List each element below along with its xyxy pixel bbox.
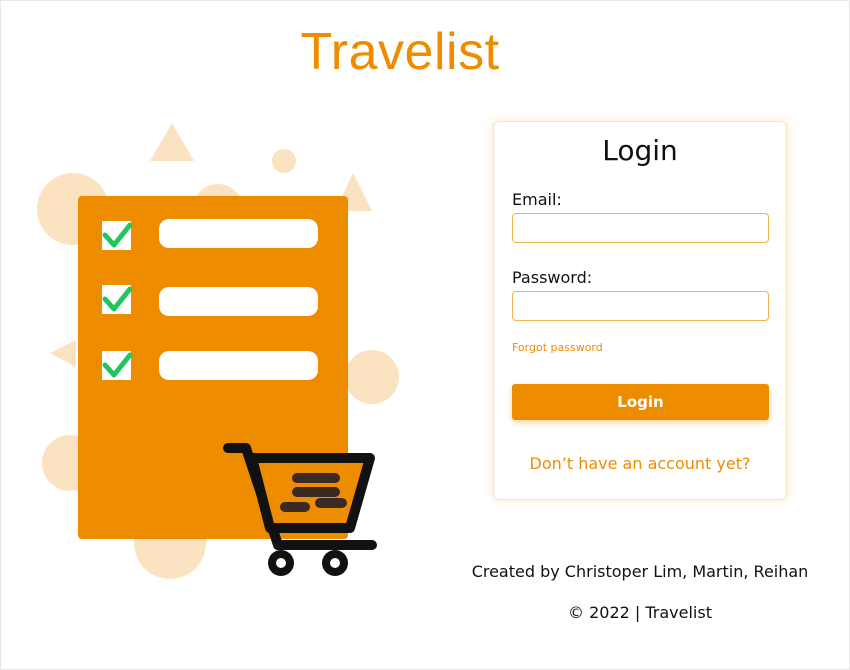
signup-link[interactable]: Don’t have an account yet? xyxy=(494,454,786,473)
login-card: Login Email: Password: Forgot password L… xyxy=(493,121,787,500)
triangle-shape xyxy=(50,340,76,367)
login-button[interactable]: Login xyxy=(512,384,769,420)
app-title: Travelist xyxy=(300,23,500,81)
password-label: Password: xyxy=(512,268,593,287)
travel-illustration xyxy=(37,123,399,579)
circle-shape xyxy=(345,350,399,404)
email-label: Email: xyxy=(512,190,562,209)
forgot-password-link[interactable]: Forgot password xyxy=(512,341,603,354)
circle-shape xyxy=(272,149,296,173)
email-field[interactable] xyxy=(512,213,769,243)
footer-copyright: © 2022 | Travelist xyxy=(568,603,712,622)
password-field[interactable] xyxy=(512,291,769,321)
triangle-shape xyxy=(150,123,194,161)
footer-credit: Created by Christoper Lim, Martin, Reiha… xyxy=(471,562,809,581)
login-title: Login xyxy=(602,134,678,167)
